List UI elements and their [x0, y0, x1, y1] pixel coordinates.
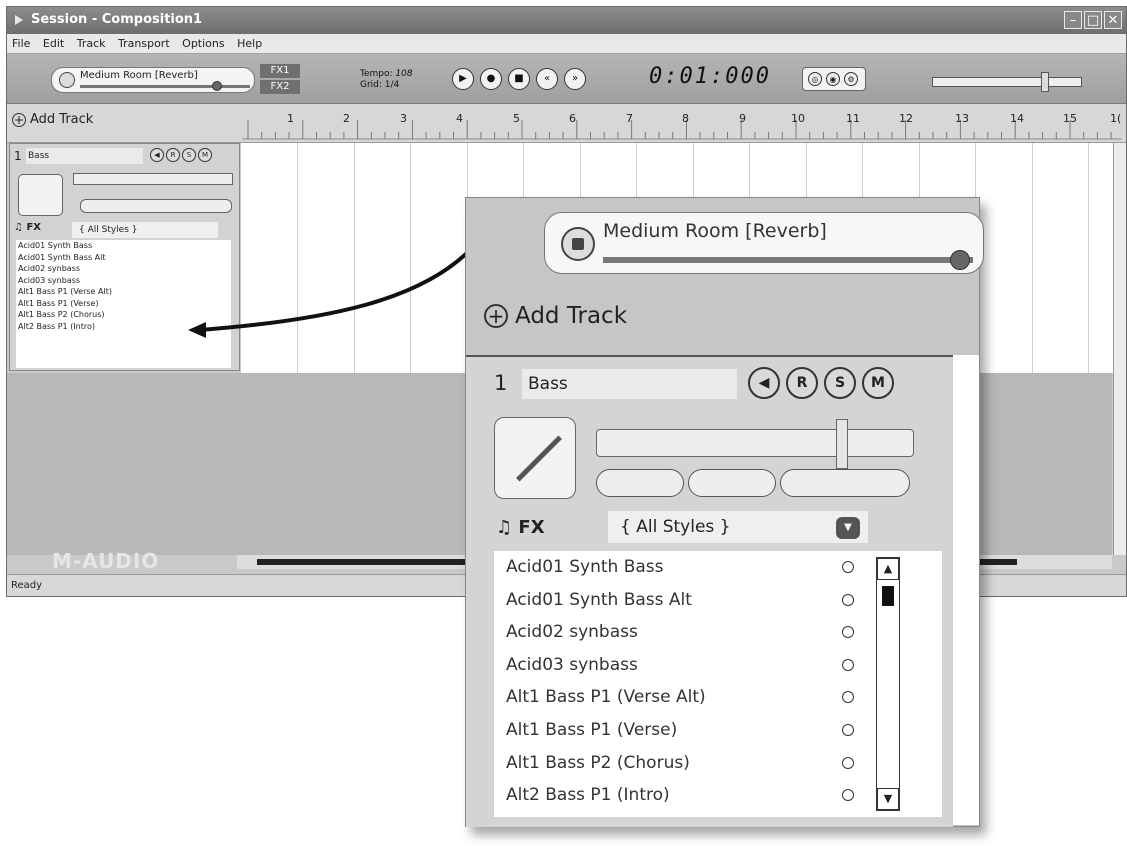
preview-icon[interactable]: [842, 789, 854, 802]
preview-icon[interactable]: [842, 626, 854, 639]
zoom-add-track-button[interactable]: + Add Track: [484, 303, 627, 329]
list-item[interactable]: Alt1 Bass P1 (Verse Alt): [494, 681, 942, 714]
zoom-loop-list: Acid01 Synth Bass Acid01 Synth Bass Alt …: [494, 551, 942, 817]
preview-icon[interactable]: [842, 756, 854, 769]
list-item[interactable]: Acid01 Synth Bass Alt: [494, 584, 942, 617]
mute-button[interactable]: M: [862, 367, 894, 399]
meter-button[interactable]: [596, 469, 684, 497]
zoom-fx-selector[interactable]: Medium Room [Reverb]: [544, 212, 984, 274]
preview-icon[interactable]: [842, 723, 854, 736]
zoom-fx-name: Medium Room [Reverb]: [603, 220, 827, 242]
preview-icon[interactable]: [842, 593, 854, 606]
chevron-down-icon[interactable]: ▼: [836, 517, 860, 539]
key-icon[interactable]: [688, 469, 776, 497]
preview-icon[interactable]: [842, 658, 854, 671]
list-item[interactable]: Alt1 Bass P1 (Verse): [494, 714, 942, 747]
scroll-up-icon[interactable]: ▲: [877, 558, 899, 580]
zoom-style-select[interactable]: { All Styles }: [608, 511, 868, 543]
record-arm-button[interactable]: R: [786, 367, 818, 399]
solo-button[interactable]: S: [824, 367, 856, 399]
speaker-icon[interactable]: ◀: [748, 367, 780, 399]
zoom-add-track-label: Add Track: [515, 303, 628, 329]
zoom-volume-knob[interactable]: [836, 419, 848, 469]
list-item[interactable]: Acid02 synbass: [494, 616, 942, 649]
list-item[interactable]: Alt1 Bass P2 (Chorus): [494, 747, 942, 780]
zoom-volume-slider[interactable]: [596, 429, 914, 457]
list-item[interactable]: Acid01 Synth Bass: [494, 551, 942, 584]
fx-knob-icon[interactable]: [561, 227, 595, 261]
zoom-timeline: [953, 355, 979, 825]
zoom-track-name-field[interactable]: Bass: [522, 369, 737, 399]
list-item[interactable]: Acid03 synbass: [494, 649, 942, 682]
zoom-track-panel: 1 Bass ◀ R S M ♫ FX { All Styles } ▼ Aci…: [466, 355, 953, 827]
zoom-fx-tab[interactable]: ♫ FX: [496, 517, 545, 538]
pan-slider[interactable]: [780, 469, 910, 497]
zoom-fx-label: FX: [518, 517, 545, 538]
bass-guitar-icon[interactable]: [494, 417, 576, 499]
list-item[interactable]: Alt2 Bass P1 (Intro): [494, 779, 942, 812]
zoom-list-scrollbar[interactable]: ▲ ▼: [876, 557, 900, 811]
plus-icon: +: [484, 304, 508, 328]
zoom-fx-slider-knob[interactable]: [950, 250, 970, 270]
scroll-thumb[interactable]: [882, 586, 894, 606]
scroll-down-icon[interactable]: ▼: [877, 788, 899, 810]
zoom-track-number: 1: [494, 371, 508, 395]
zoom-fx-slider-track[interactable]: [603, 257, 973, 263]
preview-icon[interactable]: [842, 691, 854, 704]
preview-icon[interactable]: [842, 561, 854, 573]
zoomed-track-panel: Medium Room [Reverb] + Add Track 1 Bass …: [465, 197, 984, 827]
